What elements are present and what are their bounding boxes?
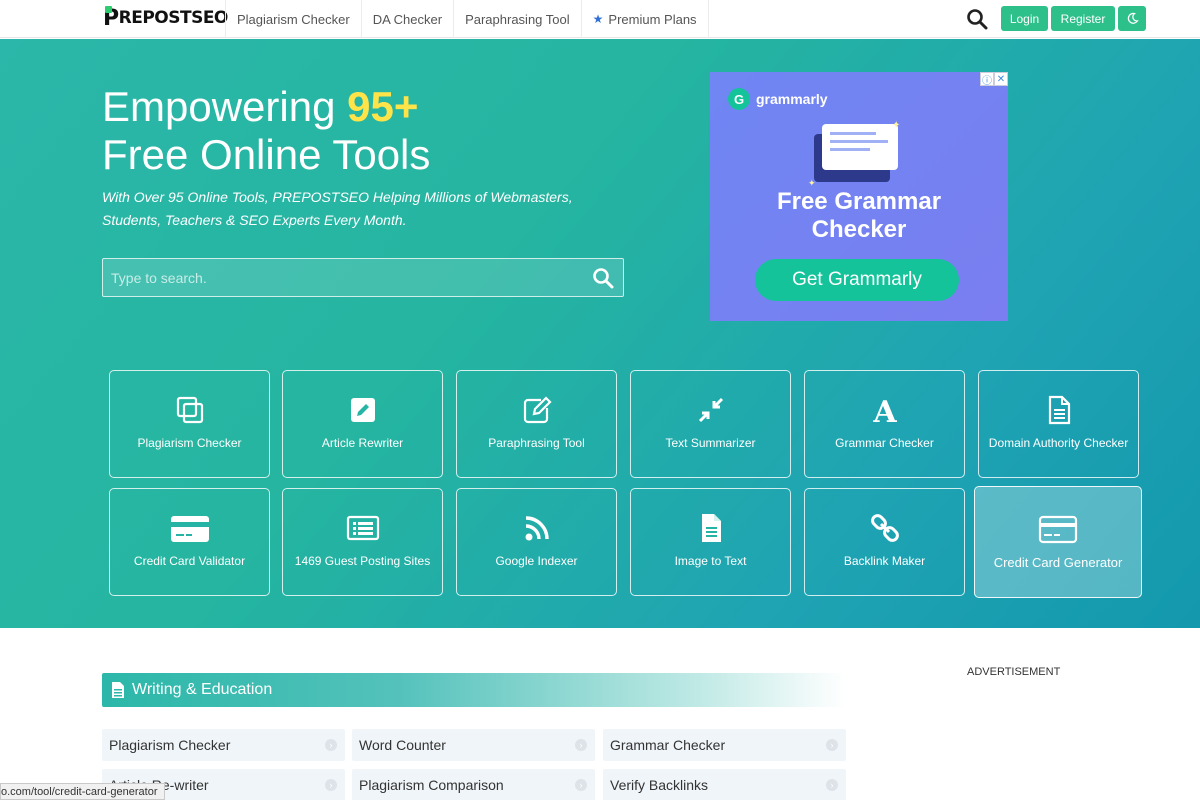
- chevron-right-icon: ›: [575, 779, 587, 791]
- svg-text:✦: ✦: [808, 179, 816, 188]
- search-icon[interactable]: [591, 266, 615, 290]
- file-text-icon: [701, 514, 721, 542]
- nav-paraphrasing-tool[interactable]: Paraphrasing Tool: [453, 0, 581, 38]
- list-item-grammar-checker[interactable]: Grammar Checker ›: [603, 729, 846, 761]
- list-item-verify-backlinks[interactable]: Verify Backlinks ›: [603, 769, 846, 800]
- tool-tile-guest-posting-sites[interactable]: 1469 Guest Posting Sites: [282, 488, 443, 596]
- tool-tile-credit-card-validator[interactable]: Credit Card Validator: [109, 488, 270, 596]
- hero-section: Empowering 95+ Free Online Tools With Ov…: [0, 39, 1200, 628]
- credit-card-icon: [1038, 515, 1078, 544]
- link-icon: [870, 514, 899, 542]
- nav-premium-plans[interactable]: ★ Premium Plans: [580, 0, 709, 38]
- list-item-word-counter[interactable]: Word Counter ›: [352, 729, 595, 761]
- dark-mode-toggle[interactable]: [1118, 6, 1146, 31]
- ad-close-icon[interactable]: ✕: [994, 72, 1008, 86]
- document-icon: [1048, 395, 1070, 425]
- tool-search-box: [102, 258, 624, 297]
- pen-square-icon: [523, 396, 552, 424]
- rss-icon: [525, 516, 549, 541]
- tool-tile-credit-card-generator[interactable]: Credit Card Generator: [974, 486, 1142, 598]
- chevron-right-icon: ›: [325, 739, 337, 751]
- hero-subtitle: With Over 95 Online Tools, PREPOSTSEO He…: [102, 189, 573, 228]
- tool-tile-text-summarizer[interactable]: Text Summarizer: [630, 370, 791, 478]
- list-item-plagiarism-comparison[interactable]: Plagiarism Comparison ›: [352, 769, 595, 800]
- tool-tile-paraphrasing-tool[interactable]: Paraphrasing Tool: [456, 370, 617, 478]
- credit-card-icon: [170, 516, 209, 542]
- tool-tile-backlink-maker[interactable]: Backlink Maker: [804, 488, 965, 596]
- nav-da-checker[interactable]: DA Checker: [360, 0, 453, 38]
- tool-tile-plagiarism-checker[interactable]: Plagiarism Checker: [109, 370, 270, 478]
- tool-tile-article-rewriter[interactable]: Article Rewriter: [282, 370, 443, 478]
- copy-icon: [176, 396, 203, 424]
- get-grammarly-button[interactable]: Get Grammarly: [755, 259, 959, 301]
- chevron-right-icon: ›: [325, 779, 337, 791]
- svg-text:A: A: [872, 395, 897, 426]
- list-item-plagiarism-checker[interactable]: Plagiarism Checker ›: [102, 729, 345, 761]
- site-logo[interactable]: P REPOSTSEO: [103, 4, 228, 32]
- tool-tile-domain-authority-checker[interactable]: Domain Authority Checker: [978, 370, 1139, 478]
- login-button[interactable]: Login: [1001, 6, 1048, 31]
- chevron-right-icon: ›: [826, 739, 838, 751]
- grammarly-ad[interactable]: ⓘ ✕ G grammarly ✦ ✦ Free Grammar Checker…: [710, 72, 1008, 321]
- svg-text:✦: ✦: [892, 120, 900, 131]
- ad-brand: G grammarly: [728, 88, 828, 110]
- tool-tile-grammar-checker[interactable]: A Grammar Checker: [804, 370, 965, 478]
- star-icon: ★: [592, 12, 604, 26]
- top-header: P REPOSTSEO Plagiarism Checker DA Checker…: [0, 0, 1200, 38]
- chevron-right-icon: ›: [575, 739, 587, 751]
- category-header-writing-education: Writing & Education: [102, 673, 846, 707]
- main-nav: Plagiarism Checker DA Checker Paraphrasi…: [225, 0, 709, 38]
- register-button[interactable]: Register: [1051, 6, 1115, 31]
- list-icon: [346, 515, 379, 541]
- search-icon[interactable]: [965, 7, 989, 31]
- ad-title: Free Grammar Checker: [776, 188, 942, 243]
- file-text-icon: [112, 682, 124, 698]
- tool-tile-image-to-text[interactable]: Image to Text: [630, 488, 791, 596]
- grammarly-logo-icon: G: [728, 88, 750, 110]
- edit-icon: [350, 398, 375, 422]
- document-illustration-icon: ✦ ✦: [808, 120, 900, 188]
- hero-title: Empowering 95+ Free Online Tools: [102, 83, 431, 178]
- nav-plagiarism-checker[interactable]: Plagiarism Checker: [225, 0, 361, 38]
- moon-icon: [1127, 12, 1139, 24]
- chevron-right-icon: ›: [826, 779, 838, 791]
- tool-search-input[interactable]: [111, 269, 581, 287]
- status-bar-url: o.com/tool/credit-card-generator: [0, 783, 165, 800]
- ad-info-icon[interactable]: ⓘ: [980, 72, 994, 87]
- advertisement-label: ADVERTISEMENT: [967, 666, 1061, 678]
- font-a-icon: A: [872, 395, 897, 426]
- compress-icon: [698, 397, 723, 423]
- tool-tile-google-indexer[interactable]: Google Indexer: [456, 488, 617, 596]
